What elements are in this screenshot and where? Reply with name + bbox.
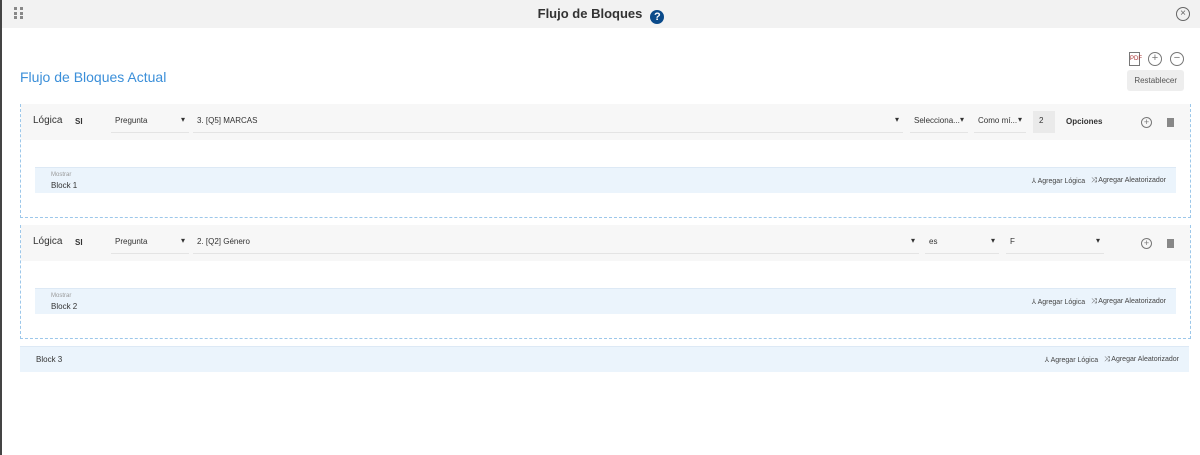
question-select[interactable]: 2. [Q2] Género (193, 232, 919, 254)
trash-icon[interactable] (1167, 118, 1174, 127)
question-select[interactable]: 3. [Q5] MARCAS (193, 111, 903, 133)
page-title: Flujo de Bloques Actual (20, 69, 167, 85)
trash-icon[interactable] (1167, 239, 1174, 248)
add-randomizer-link[interactable]: ⤨ Agregar Aleatorizador (1104, 356, 1179, 364)
add-randomizer-label: Agregar Aleatorizador (1098, 177, 1166, 184)
logic-group-1: Lógica SI Pregunta 3. [Q5] MARCAS Selecc… (20, 104, 1191, 218)
add-randomizer-label: Agregar Aleatorizador (1098, 298, 1166, 305)
zoom-in-icon[interactable]: + (1148, 52, 1162, 66)
block-name: Block 1 (51, 181, 78, 190)
close-icon[interactable]: × (1176, 7, 1190, 21)
title-text: Flujo de Bloques (537, 6, 643, 21)
block-name: Block 2 (51, 302, 78, 311)
condition-label: SI (75, 238, 83, 247)
logic-group-2: Lógica SI Pregunta 2. [Q2] Género es F +… (20, 225, 1191, 339)
condition-label: SI (75, 117, 83, 126)
window-header: Flujo de Bloques? × (2, 0, 1200, 28)
zoom-out-icon[interactable]: − (1170, 52, 1184, 66)
help-icon[interactable]: ? (650, 10, 665, 24)
block-name: Block 3 (36, 355, 63, 364)
logic-label: Lógica (33, 236, 63, 247)
options-label: Opciones (1066, 117, 1103, 126)
mostrar-label: Mostrar (51, 293, 72, 299)
type-select[interactable]: Pregunta (111, 232, 189, 254)
add-randomizer-link[interactable]: ⤨ Agregar Aleatorizador (1091, 298, 1166, 306)
logic-row: Lógica SI Pregunta 2. [Q2] Género es F + (21, 225, 1190, 261)
add-logic-link[interactable]: ⅄ Agregar Lógica (1032, 298, 1085, 306)
add-randomizer-link[interactable]: ⤨ Agregar Aleatorizador (1091, 177, 1166, 185)
block-row-1: Mostrar Block 1 ⅄ Agregar Lógica ⤨ Agrega… (35, 167, 1176, 193)
value-select[interactable]: F (1006, 232, 1104, 254)
pdf-icon[interactable]: PDF (1129, 52, 1142, 66)
toolbar: PDF + − (1129, 52, 1184, 66)
type-select[interactable]: Pregunta (111, 111, 189, 133)
add-logic-link[interactable]: ⅄ Agregar Lógica (1045, 356, 1098, 364)
add-logic-label: Agregar Lógica (1037, 299, 1086, 306)
operator-select[interactable]: es (925, 232, 999, 254)
add-circle-icon[interactable]: + (1141, 238, 1152, 249)
add-logic-label: Agregar Lógica (1050, 357, 1099, 364)
add-circle-icon[interactable]: + (1141, 117, 1152, 128)
add-logic-label: Agregar Lógica (1037, 178, 1086, 185)
reset-button[interactable]: Restablecer (1127, 70, 1184, 91)
logic-row: Lógica SI Pregunta 3. [Q5] MARCAS Selecc… (21, 104, 1190, 140)
operator-select[interactable]: Selecciona... (910, 111, 968, 133)
window-title: Flujo de Bloques? (2, 6, 1200, 24)
quantity-select[interactable]: Como mí... (974, 111, 1026, 133)
mostrar-label: Mostrar (51, 172, 72, 178)
number-input[interactable]: 2 (1033, 111, 1055, 133)
add-randomizer-label: Agregar Aleatorizador (1111, 356, 1179, 363)
logic-label: Lógica (33, 115, 63, 126)
block-row-2: Mostrar Block 2 ⅄ Agregar Lógica ⤨ Agrega… (35, 288, 1176, 314)
block-row-3: Block 3 ⅄ Agregar Lógica ⤨ Agregar Aleato… (20, 346, 1189, 372)
add-logic-link[interactable]: ⅄ Agregar Lógica (1032, 177, 1085, 185)
